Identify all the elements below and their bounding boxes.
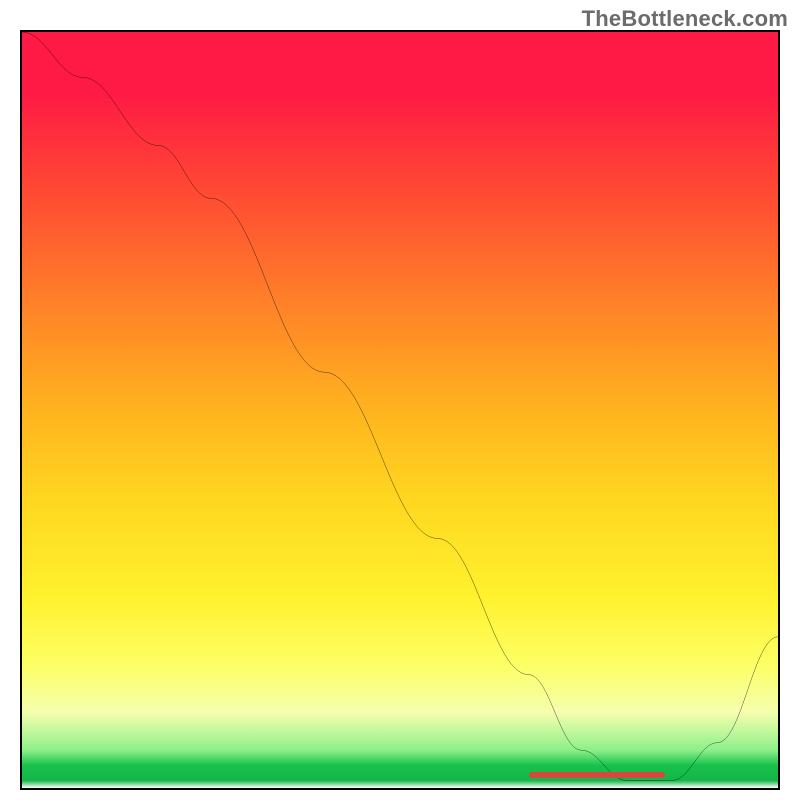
plot-area [20,30,780,790]
watermark-text: TheBottleneck.com [582,6,788,32]
bottleneck-curve-path [22,32,778,780]
optimal-range-marker [529,772,665,778]
chart-container: TheBottleneck.com [0,0,800,800]
bottleneck-line-chart [22,32,778,788]
